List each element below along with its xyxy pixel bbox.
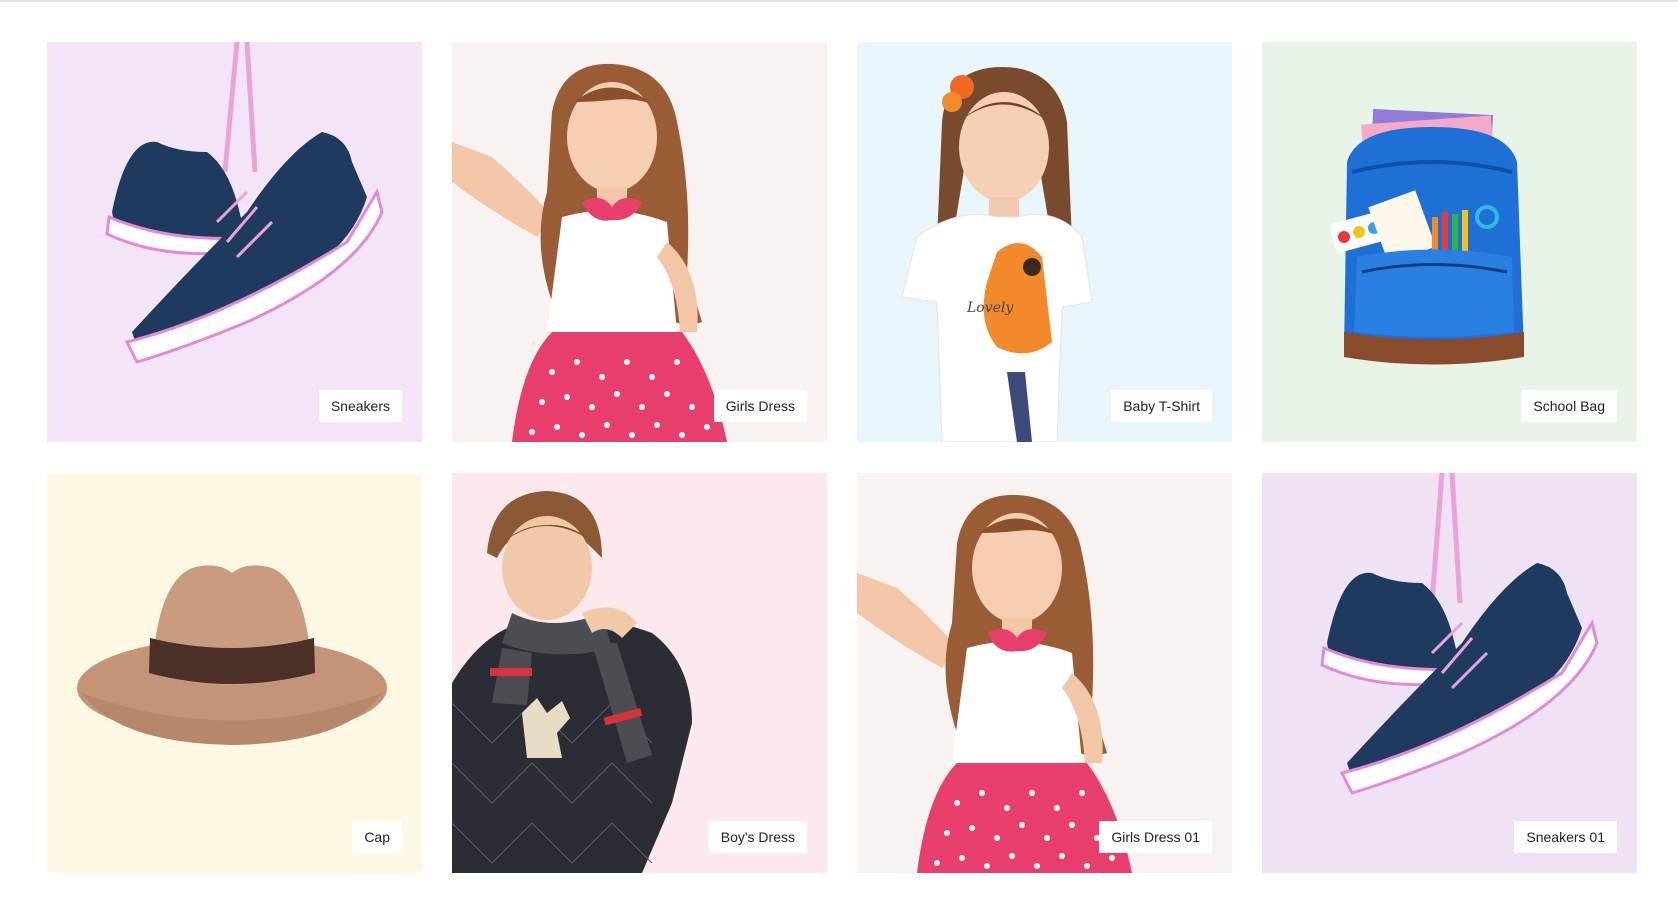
category-label: School Bag (1521, 390, 1617, 422)
category-label: Cap (352, 821, 402, 853)
category-card-baby-tshirt[interactable]: Lovely Baby T-Shirt (857, 42, 1232, 442)
category-card-girls-dress[interactable]: Girls Dress (452, 42, 827, 442)
category-label: Girls Dress (713, 390, 807, 422)
school-bag-icon (1330, 108, 1524, 365)
category-label: Boy's Dress (708, 821, 807, 853)
sneakers-icon (1320, 473, 1599, 795)
category-card-sneakers-01[interactable]: Sneakers 01 (1262, 473, 1637, 873)
category-card-boys-dress[interactable]: Boy's Dress (452, 473, 827, 873)
hat-icon (77, 565, 387, 745)
category-card-school-bag[interactable]: School Bag (1262, 42, 1637, 442)
category-label: Baby T-Shirt (1111, 390, 1212, 422)
category-label: Girls Dress 01 (1099, 821, 1212, 853)
category-card-sneakers[interactable]: Sneakers (47, 42, 422, 442)
girl-in-dress-icon (452, 63, 727, 442)
sneakers-icon (105, 42, 384, 364)
svg-text:Lovely: Lovely (966, 300, 1014, 316)
category-label: Sneakers (318, 390, 402, 422)
girl-in-dress-icon (857, 494, 1132, 873)
top-divider (0, 0, 1678, 2)
category-label: Sneakers 01 (1514, 821, 1617, 853)
category-card-cap[interactable]: Cap (47, 473, 422, 873)
girl-in-tshirt-icon: Lovely (901, 67, 1093, 442)
product-category-grid: Sneakers Girls Dress Lovely Baby T-Shirt… (47, 42, 1637, 873)
boy-in-sweater-icon (452, 491, 692, 873)
category-card-girls-dress-01[interactable]: Girls Dress 01 (857, 473, 1232, 873)
